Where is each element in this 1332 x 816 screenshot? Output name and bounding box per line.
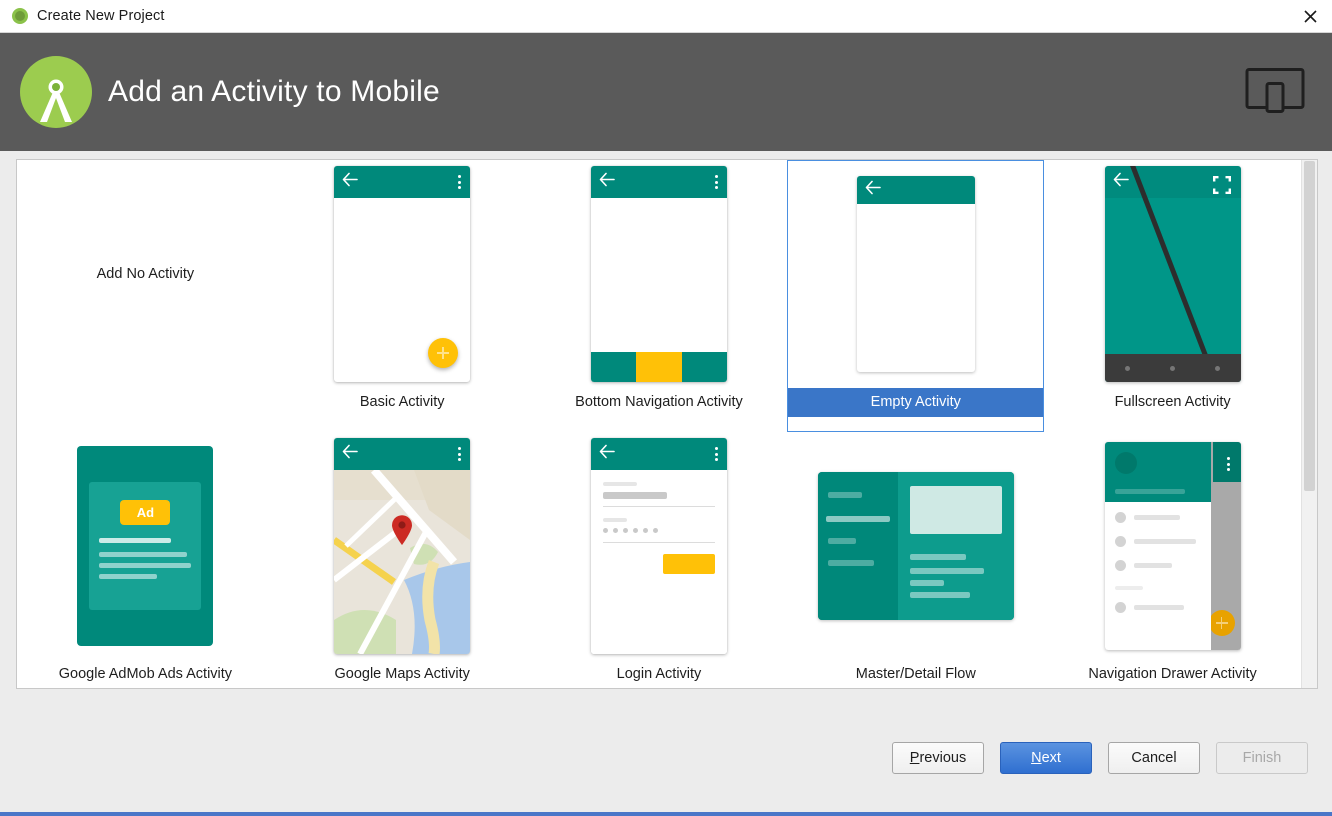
activity-card-basic-activity[interactable]: Basic Activity [274,160,531,432]
floating-action-button-icon [1208,610,1235,636]
add-no-activity-label: Add No Activity [96,266,195,282]
finish-button: Finish [1216,742,1308,774]
activity-card-label: Master/Detail Flow [855,666,976,682]
ad-badge: Ad [120,500,171,525]
activity-card-master-detail-flow[interactable]: Master/Detail Flow [787,432,1044,688]
thumbnail-basic-activity [274,160,531,388]
activity-card-label: Fullscreen Activity [1114,394,1231,410]
activity-card-navigation-drawer-activity[interactable]: Navigation Drawer Activity [1044,432,1301,688]
close-icon[interactable] [1288,0,1332,32]
activity-card-empty-activity[interactable]: Empty Activity [787,160,1045,432]
overflow-menu-icon [458,175,462,189]
android-studio-logo [20,56,92,128]
back-arrow-icon [865,180,881,200]
gallery-vertical-scrollbar[interactable] [1301,160,1317,688]
overflow-menu-icon [714,447,718,461]
page-title: Add an Activity to Mobile [108,75,440,108]
cancel-button[interactable]: Cancel [1108,742,1200,774]
activity-card-label: Login Activity [616,666,702,682]
tablet-device-icon [1244,66,1306,119]
activity-card-add-no-activity[interactable]: Add No Activity [17,160,274,432]
activity-gallery-viewport: Add No Activity Basic Activity Bottom Na… [17,160,1301,688]
thumbnail-master-detail-flow [787,432,1044,660]
dialog-header: Add an Activity to Mobile [0,33,1332,151]
fullscreen-expand-icon [1212,176,1231,199]
activity-grid: Add No Activity Basic Activity Bottom Na… [17,160,1301,688]
back-arrow-icon [599,444,615,464]
activity-card-login-activity[interactable]: Login Activity [531,432,788,688]
previous-button-mnemonic: P [909,750,920,766]
activity-gallery: Add No Activity Basic Activity Bottom Na… [16,159,1318,689]
thumbnail-fullscreen-activity [1044,160,1301,388]
thumbnail-add-no-activity: Add No Activity [17,160,274,388]
overflow-menu-icon [714,175,718,189]
activity-card-label: Google AdMob Ads Activity [58,666,233,682]
back-arrow-icon [599,172,615,192]
navigation-drawer-panel [1104,442,1211,650]
overflow-menu-icon [1226,457,1230,471]
activity-card-bottom-navigation-activity[interactable]: Bottom Navigation Activity [531,160,788,432]
thumbnail-navigation-drawer-activity [1044,432,1301,660]
android-studio-icon [12,8,28,24]
next-button-mnemonic: N [1031,750,1042,766]
next-button-label: ext [1041,750,1061,766]
floating-action-button-icon [428,338,459,368]
previous-button[interactable]: Previous [892,742,984,774]
window-title-bar: Create New Project [0,0,1332,33]
dialog-content: Add No Activity Basic Activity Bottom Na… [0,151,1332,716]
map-graphic [334,470,471,654]
sign-in-button-graphic [662,554,715,574]
thumbnail-empty-activity [787,160,1044,388]
activity-card-label: Google Maps Activity [334,666,470,682]
previous-button-label: revious [919,750,967,766]
activity-card-fullscreen-activity[interactable]: Fullscreen Activity [1044,160,1301,432]
system-navigation-bar [1104,354,1241,382]
bottom-navigation-bar [590,352,727,382]
map-pin-icon [390,514,414,551]
thumbnail-google-maps-activity [274,432,531,660]
back-arrow-icon [342,444,358,464]
window-title: Create New Project [37,8,165,24]
dialog-footer: Previous Next Cancel Finish [0,716,1332,816]
thumbnail-google-admob-ads-activity: Ad [17,432,274,660]
scrollbar-thumb[interactable] [1304,161,1315,491]
back-arrow-icon [342,172,358,192]
activity-card-google-maps-activity[interactable]: Google Maps Activity [274,432,531,688]
thumbnail-login-activity [531,432,788,660]
activity-card-label: Empty Activity [787,388,1045,417]
create-new-project-dialog: Create New Project Add an Activity to Mo… [0,0,1332,816]
activity-card-google-admob-ads-activity[interactable]: Ad Google AdMob Ads Activity [17,432,274,688]
activity-card-label: Basic Activity [359,394,445,410]
thumbnail-bottom-navigation-activity [531,160,788,388]
next-button[interactable]: Next [1000,742,1092,774]
password-dots-icon [602,528,658,533]
overflow-menu-icon [458,447,462,461]
activity-card-label: Bottom Navigation Activity [575,394,743,410]
avatar [1114,452,1137,474]
back-arrow-icon [1113,172,1129,192]
activity-card-label: Navigation Drawer Activity [1088,666,1257,682]
